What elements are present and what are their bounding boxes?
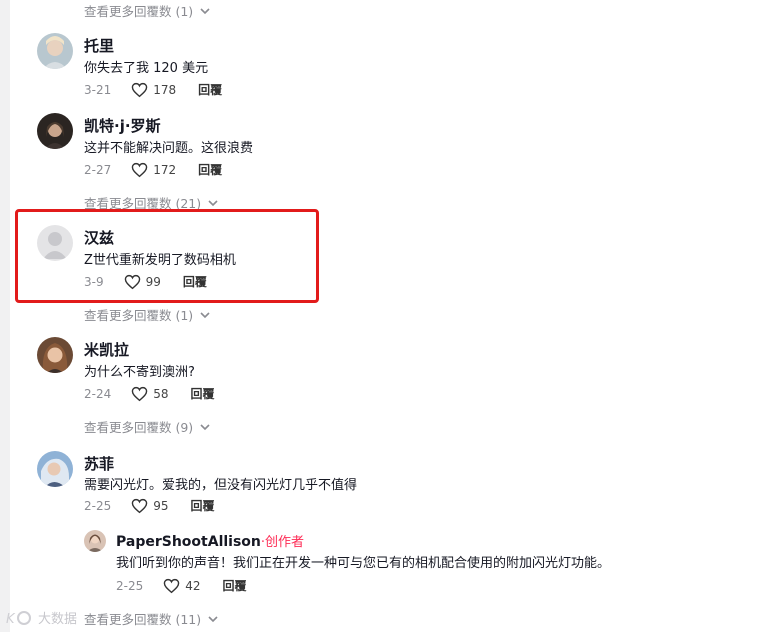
heart-icon xyxy=(124,274,140,289)
view-more-replies[interactable]: 查看更多回覆数 (11) xyxy=(84,609,219,628)
like-button[interactable]: 99 xyxy=(124,274,161,290)
heart-icon xyxy=(131,498,148,513)
creator-reply-actions: 2-25 42 回覆 xyxy=(116,577,247,594)
heart-icon xyxy=(163,578,180,593)
svg-text:K: K xyxy=(6,612,16,627)
like-button[interactable]: 58 xyxy=(131,386,169,402)
comment-actions: 3-9 99 回覆 xyxy=(84,273,207,290)
comment-date: 2-24 xyxy=(84,386,112,401)
like-button[interactable]: 172 xyxy=(131,162,176,178)
heart-icon xyxy=(131,82,148,97)
comment-text: Z世代重新发明了数码相机 xyxy=(84,253,236,268)
like-count: 99 xyxy=(145,274,161,289)
comment-text: 你失去了我 120 美元 xyxy=(84,61,209,76)
comment-date: 2-25 xyxy=(84,498,112,513)
comment-actions: 2-25 95 回覆 xyxy=(84,497,215,514)
like-count: 95 xyxy=(153,498,169,513)
comment-actions: 2-24 58 回覆 xyxy=(84,385,215,402)
like-count: 42 xyxy=(185,578,201,593)
view-more-replies[interactable]: 查看更多回覆数 (1) xyxy=(84,1,211,20)
chevron-down-icon xyxy=(208,199,218,206)
comment-actions: 2-27 172 回覆 xyxy=(84,161,222,178)
creator-name[interactable]: PaperShootAllison xyxy=(116,534,261,550)
watermark-logo-icon: K xyxy=(6,610,31,627)
comment-date: 3-21 xyxy=(84,82,112,97)
reply-button[interactable]: 回覆 xyxy=(198,81,222,98)
creator-reply-header: PaperShootAllison·创作者 xyxy=(116,531,304,550)
reply-button[interactable]: 回覆 xyxy=(198,161,222,178)
comment-date: 2-25 xyxy=(116,578,144,593)
comment-author[interactable]: 凯特·j·罗斯 xyxy=(84,115,161,136)
comment-author[interactable]: 米凯拉 xyxy=(84,339,129,360)
comment-author[interactable]: 汉兹 xyxy=(84,227,114,248)
reply-button[interactable]: 回覆 xyxy=(191,497,215,514)
left-divider xyxy=(0,0,10,632)
comment-text: 这并不能解决问题。这很浪费 xyxy=(84,141,254,156)
avatar[interactable] xyxy=(37,337,73,373)
comment-date: 3-9 xyxy=(84,274,104,289)
comment-date: 2-27 xyxy=(84,162,112,177)
heart-icon xyxy=(131,162,148,177)
view-more-label: 查看更多回覆数 (1) xyxy=(84,308,194,323)
like-button[interactable]: 42 xyxy=(163,578,201,594)
like-button[interactable]: 95 xyxy=(131,498,169,514)
reply-button[interactable]: 回覆 xyxy=(183,273,207,290)
heart-icon xyxy=(131,386,148,401)
creator-avatar[interactable] xyxy=(84,530,106,552)
like-count: 172 xyxy=(153,162,177,177)
avatar[interactable] xyxy=(37,33,73,69)
comments-panel: 查看更多回覆数 (1) 托里 你失去了我 120 美元 3-21 178 回覆 … xyxy=(0,0,766,632)
comment-text: 为什么不寄到澳洲? xyxy=(84,365,195,380)
creator-reply-text: 我们听到你的声音！我们正在开发一种可与您已有的相机配合使用的附加闪光灯功能。 xyxy=(116,556,611,571)
avatar[interactable] xyxy=(37,225,73,261)
watermark-text: 大数据 xyxy=(38,612,78,627)
view-more-label: 查看更多回覆数 (11) xyxy=(84,612,202,627)
like-count: 178 xyxy=(153,82,177,97)
view-more-replies[interactable]: 查看更多回覆数 (9) xyxy=(84,417,211,436)
watermark: K 大数据 xyxy=(6,608,77,627)
like-count: 58 xyxy=(153,386,169,401)
reply-button[interactable]: 回覆 xyxy=(191,385,215,402)
reply-button[interactable]: 回覆 xyxy=(223,577,247,594)
view-more-label: 查看更多回覆数 (9) xyxy=(84,420,194,435)
like-button[interactable]: 178 xyxy=(131,82,176,98)
view-more-label: 查看更多回覆数 (1) xyxy=(84,4,194,19)
chevron-down-icon xyxy=(200,311,210,318)
comment-author[interactable]: 托里 xyxy=(84,35,114,56)
comment-text: 需要闪光灯。爱我的，但没有闪光灯几乎不值得 xyxy=(84,478,358,493)
avatar[interactable] xyxy=(37,113,73,149)
chevron-down-icon xyxy=(200,7,210,14)
creator-badge: ·创作者 xyxy=(260,535,305,550)
comment-author[interactable]: 苏菲 xyxy=(84,453,114,474)
chevron-down-icon xyxy=(208,615,218,622)
comment-actions: 3-21 178 回覆 xyxy=(84,81,222,98)
chevron-down-icon xyxy=(200,423,210,430)
avatar[interactable] xyxy=(37,451,73,487)
view-more-replies[interactable]: 查看更多回覆数 (1) xyxy=(84,305,211,324)
